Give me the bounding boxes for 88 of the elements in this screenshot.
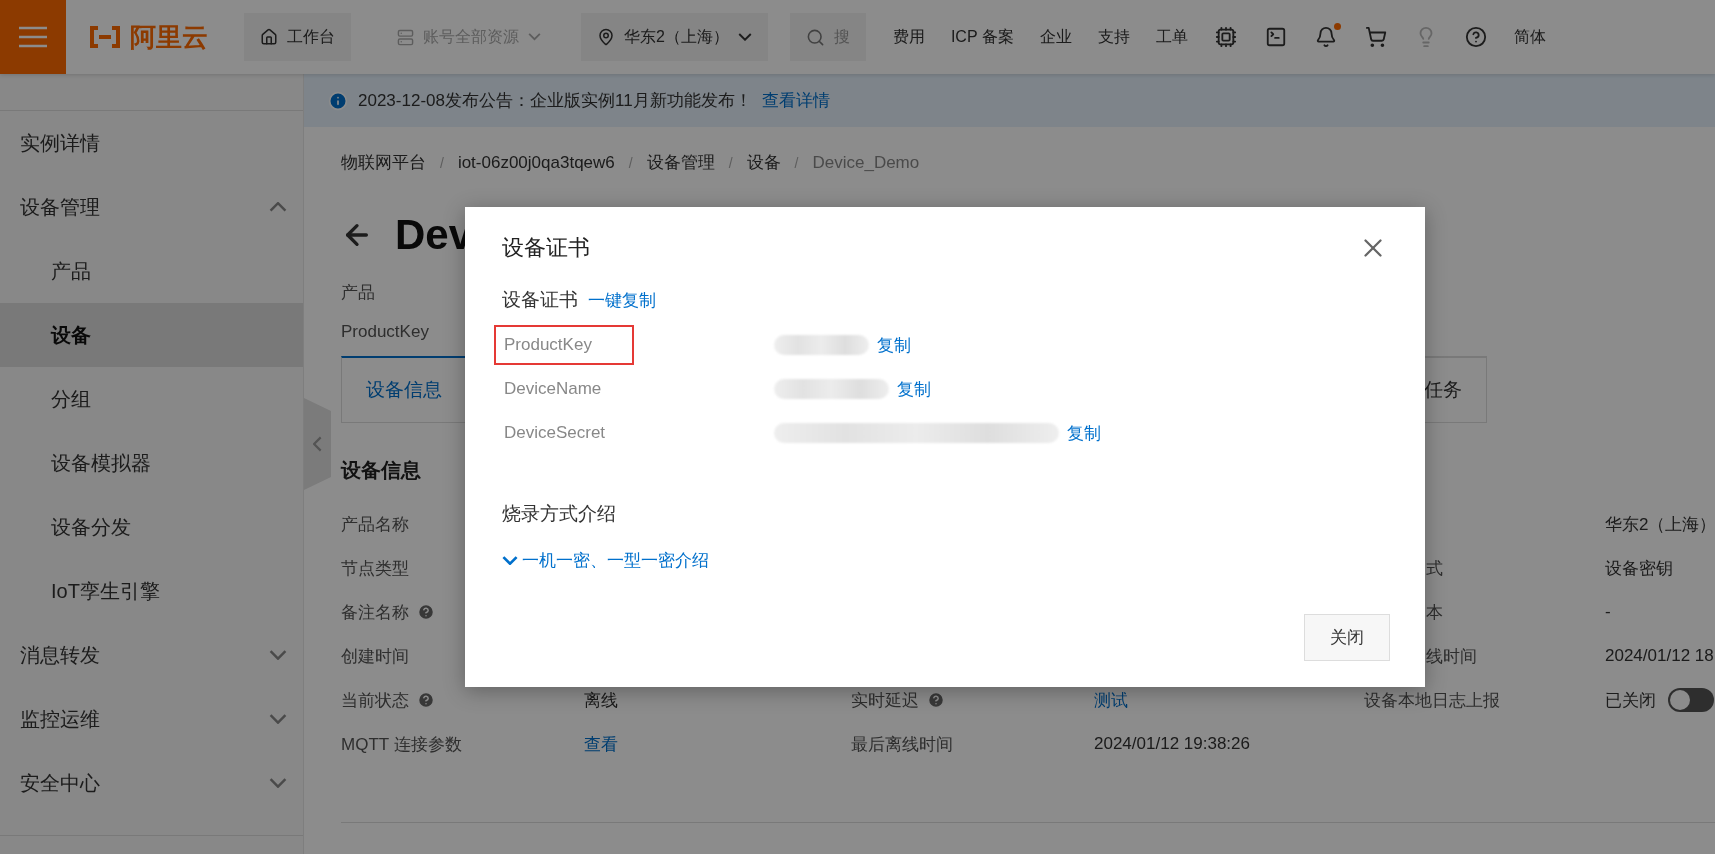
nav-link[interactable]: 企业 xyxy=(1039,26,1072,48)
field-value: 2024/01/12 19:38:26 xyxy=(1094,734,1250,754)
breadcrumb-item[interactable]: 设备管理 xyxy=(646,151,715,174)
chevron-left-icon xyxy=(313,436,322,452)
meta-label: 产品 xyxy=(341,283,375,302)
field-label: MQTT 连接参数 xyxy=(341,733,462,756)
cart-icon[interactable] xyxy=(1364,26,1387,48)
switch-state: 已关闭 xyxy=(1605,689,1656,712)
terminal-icon[interactable] xyxy=(1264,26,1287,48)
sidebar-item[interactable]: 实例详情 xyxy=(0,111,303,175)
sidebar-item[interactable]: 设备 xyxy=(0,303,303,367)
breadcrumb-item: Device_Demo xyxy=(812,152,920,173)
expand-link[interactable]: 一机一密、一型一密介绍 xyxy=(502,549,1388,572)
field-label: 实时延迟 xyxy=(851,689,919,712)
chevron-down-icon xyxy=(269,778,287,788)
dialog-title: 设备证书 xyxy=(502,234,590,262)
breadcrumb-item[interactable]: 设备 xyxy=(746,151,781,174)
location-pin-icon xyxy=(597,28,615,46)
close-button[interactable]: 关闭 xyxy=(1304,614,1390,661)
chevron-down-icon xyxy=(269,714,287,724)
field-label: 式 xyxy=(1426,557,1443,580)
sidebar-item[interactable]: 安全中心 xyxy=(0,751,303,815)
toggle-switch[interactable] xyxy=(1668,688,1714,712)
region-selector[interactable]: 华东2（上海） xyxy=(581,13,768,61)
value-link[interactable]: 测试 xyxy=(1094,688,1128,712)
copy-all-link[interactable]: 一键复制 xyxy=(588,288,656,312)
logo-icon xyxy=(88,26,122,48)
field-label: 产品名称 xyxy=(341,513,409,536)
nav-link[interactable]: 费用 xyxy=(892,26,925,48)
breadcrumb-item[interactable]: 物联网平台 xyxy=(341,151,426,174)
section-heading: 烧录方式介绍 xyxy=(502,502,617,526)
server-icon xyxy=(397,28,414,46)
field-value: 华东2（上海） xyxy=(1605,513,1715,536)
copy-link[interactable]: 复制 xyxy=(1067,421,1101,445)
chevron-up-icon xyxy=(269,202,287,212)
field-value: - xyxy=(1605,602,1611,622)
nav-link[interactable]: ICP 备案 xyxy=(950,26,1014,48)
sidebar-item[interactable]: 消息转发 xyxy=(0,623,303,687)
field-value: 2024/01/12 18 xyxy=(1605,646,1714,666)
breadcrumb-separator: / xyxy=(440,154,444,171)
section-heading: 设备证书 xyxy=(502,288,578,312)
breadcrumb-separator: / xyxy=(728,154,733,171)
details-link[interactable]: 查看详情 xyxy=(761,89,830,112)
credential-label: ProductKey xyxy=(494,325,634,365)
language-link[interactable]: 简体 xyxy=(1513,26,1546,48)
credential-label: DeviceSecret xyxy=(503,422,607,444)
sidebar-item[interactable]: 设备分发 xyxy=(0,495,303,559)
home-icon xyxy=(260,28,278,46)
field-label: 线时间 xyxy=(1426,645,1477,668)
field-value: 设备密钥 xyxy=(1605,557,1673,580)
breadcrumb-item[interactable]: iot-06z00j0qa3tqew6 xyxy=(457,152,615,173)
help-icon[interactable] xyxy=(1464,26,1487,48)
announcement-text: 2023-12-08发布公告：企业版实例11月新功能发布！ xyxy=(358,90,752,112)
field-label: 节点类型 xyxy=(341,557,409,580)
chevron-down-icon xyxy=(737,33,752,41)
nav-link[interactable]: 支持 xyxy=(1097,26,1130,48)
chip-icon[interactable] xyxy=(1214,26,1237,48)
chevron-down-icon xyxy=(502,556,518,565)
copy-link[interactable]: 复制 xyxy=(877,333,911,357)
section-title: 设备信息 xyxy=(341,458,422,483)
breadcrumb-separator: / xyxy=(628,154,633,171)
sidebar-item[interactable]: 分组 xyxy=(0,367,303,431)
sidebar-item[interactable]: 产品 xyxy=(0,239,303,303)
search-icon xyxy=(805,27,825,47)
field-label: 当前状态 xyxy=(341,689,409,712)
menu-icon xyxy=(19,26,47,48)
sidebar-item[interactable]: 设备管理 xyxy=(0,175,303,239)
copy-link[interactable]: 复制 xyxy=(897,377,931,401)
value-link[interactable]: 查看 xyxy=(584,732,618,756)
field-label: 备注名称 xyxy=(341,601,409,624)
credential-label: DeviceName xyxy=(503,378,603,400)
chevron-down-icon xyxy=(269,650,287,660)
sidebar-item[interactable]: IoT孪生引擎 xyxy=(0,559,303,623)
info-icon xyxy=(328,90,348,111)
meta-label: ProductKey xyxy=(341,322,429,341)
sidebar-item[interactable]: 设备模拟器 xyxy=(0,431,303,495)
logo-text: 阿里云 xyxy=(130,20,208,54)
nav-link[interactable]: 工单 xyxy=(1155,26,1188,48)
field-value: 离线 xyxy=(584,689,618,712)
breadcrumb-separator: / xyxy=(794,154,799,171)
field-label: 设备本地日志上报 xyxy=(1364,689,1500,712)
field-label: 创建时间 xyxy=(341,645,409,668)
workbench-button[interactable]: 工作台 xyxy=(244,13,351,61)
field-label: 最后离线时间 xyxy=(851,733,953,756)
chevron-down-icon xyxy=(528,33,541,41)
tab[interactable]: 设备信息 xyxy=(341,356,467,422)
sidebar-item[interactable]: 监控运维 xyxy=(0,687,303,751)
field-label: 本 xyxy=(1426,601,1443,624)
